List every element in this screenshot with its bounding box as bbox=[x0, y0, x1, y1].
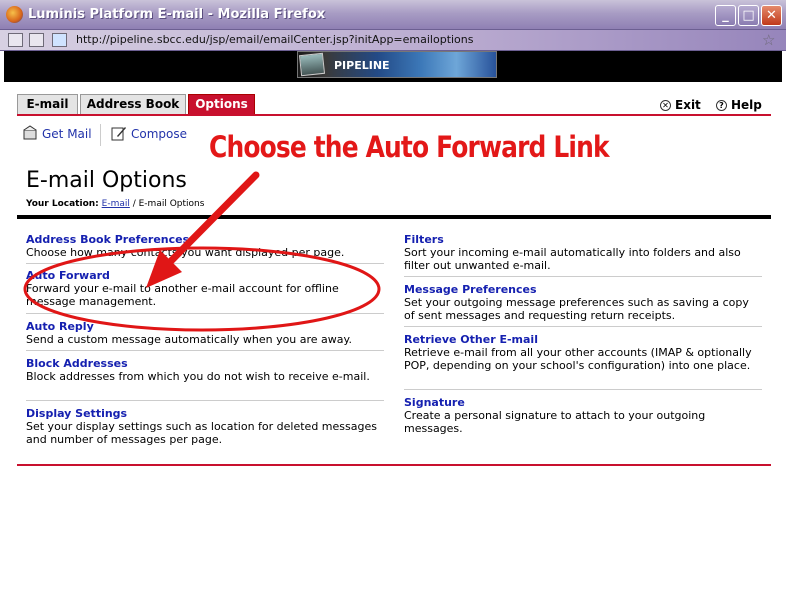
pipeline-logo: PIPELINE bbox=[297, 51, 497, 78]
option-description: Set your display settings such as locati… bbox=[26, 420, 377, 446]
divider bbox=[404, 389, 762, 390]
get-mail-icon[interactable] bbox=[22, 125, 38, 141]
divider bbox=[26, 313, 384, 314]
exit-link[interactable]: ✕ Exit bbox=[660, 98, 701, 112]
option-title-link[interactable]: Auto Reply bbox=[26, 320, 384, 333]
tab-options[interactable]: Options bbox=[188, 94, 255, 114]
logo-text: PIPELINE bbox=[334, 59, 390, 72]
option-title-link[interactable]: Retrieve Other E-mail bbox=[404, 333, 762, 346]
option-description: Send a custom message automatically when… bbox=[26, 333, 352, 346]
option-display-settings: Display Settings Set your display settin… bbox=[26, 407, 384, 446]
window-title: Luminis Platform E-mail - Mozilla Firefo… bbox=[28, 7, 326, 22]
option-filters: Filters Sort your incoming e-mail automa… bbox=[404, 233, 762, 272]
option-auto-forward: Auto Forward Forward your e-mail to anot… bbox=[26, 269, 384, 308]
option-title-link[interactable]: Message Preferences bbox=[404, 283, 762, 296]
option-retrieve-other-email: Retrieve Other E-mail Retrieve e-mail fr… bbox=[404, 333, 762, 372]
divider bbox=[404, 326, 762, 327]
option-description: Create a personal signature to attach to… bbox=[404, 409, 706, 435]
breadcrumb-current: E-mail Options bbox=[138, 199, 205, 209]
home-icon[interactable] bbox=[8, 33, 23, 47]
firefox-icon bbox=[6, 6, 23, 23]
option-description: Retrieve e-mail from all your other acco… bbox=[404, 346, 752, 372]
option-title-link[interactable]: Filters bbox=[404, 233, 762, 246]
option-auto-reply: Auto Reply Send a custom message automat… bbox=[26, 320, 384, 346]
toolbar-separator bbox=[100, 124, 101, 146]
exit-icon: ✕ bbox=[660, 100, 671, 111]
close-button[interactable]: ✕ bbox=[761, 5, 782, 26]
tab-email[interactable]: E-mail bbox=[17, 94, 78, 114]
option-title-link[interactable]: Signature bbox=[404, 396, 762, 409]
option-address-book-preferences: Address Book Preferences Choose how many… bbox=[26, 233, 384, 259]
annotation-text: Choose the Auto Forward Link bbox=[209, 130, 610, 164]
option-title-link[interactable]: Block Addresses bbox=[26, 357, 384, 370]
window-title-bar: Luminis Platform E-mail - Mozilla Firefo… bbox=[0, 0, 786, 30]
divider bbox=[26, 263, 384, 264]
address-bar: http://pipeline.sbcc.edu/jsp/email/email… bbox=[0, 30, 786, 51]
tab-underline bbox=[17, 114, 771, 116]
get-mail-button[interactable]: Get Mail bbox=[42, 127, 92, 141]
divider bbox=[404, 276, 762, 277]
option-message-preferences: Message Preferences Set your outgoing me… bbox=[404, 283, 762, 322]
option-description: Choose how many contacts you want displa… bbox=[26, 246, 345, 259]
breadcrumb-separator: / bbox=[129, 199, 139, 209]
pipeline-banner: PIPELINE bbox=[4, 51, 782, 82]
header-rule bbox=[17, 215, 771, 219]
minimize-button[interactable]: _ bbox=[715, 5, 736, 26]
option-description: Block addresses from which you do not wi… bbox=[26, 370, 370, 383]
divider bbox=[26, 400, 384, 401]
logo-photo-icon bbox=[298, 52, 326, 77]
option-description: Sort your incoming e-mail automatically … bbox=[404, 246, 741, 272]
option-description: Set your outgoing message preferences su… bbox=[404, 296, 749, 322]
page-title: E-mail Options bbox=[26, 168, 187, 193]
footer-rule bbox=[17, 464, 771, 466]
option-block-addresses: Block Addresses Block addresses from whi… bbox=[26, 357, 384, 383]
tab-address-book[interactable]: Address Book bbox=[80, 94, 186, 114]
exit-label: Exit bbox=[675, 98, 701, 112]
breadcrumb: Your Location: E-mail / E-mail Options bbox=[26, 199, 204, 209]
option-title-link[interactable]: Display Settings bbox=[26, 407, 384, 420]
star-icon[interactable]: ☆ bbox=[762, 31, 775, 49]
breadcrumb-email-link[interactable]: E-mail bbox=[102, 199, 130, 209]
bookmark-icon[interactable] bbox=[29, 33, 44, 47]
divider bbox=[26, 350, 384, 351]
compose-icon[interactable] bbox=[111, 125, 127, 141]
site-icon bbox=[52, 33, 67, 47]
help-icon: ? bbox=[716, 100, 727, 111]
option-title-link[interactable]: Address Book Preferences bbox=[26, 233, 384, 246]
option-title-link[interactable]: Auto Forward bbox=[26, 269, 384, 282]
option-signature: Signature Create a personal signature to… bbox=[404, 396, 762, 435]
help-label: Help bbox=[731, 98, 762, 112]
help-link[interactable]: ? Help bbox=[716, 98, 762, 112]
compose-button[interactable]: Compose bbox=[131, 127, 187, 141]
option-description: Forward your e-mail to another e-mail ac… bbox=[26, 282, 339, 308]
maximize-button[interactable]: □ bbox=[738, 5, 759, 26]
url-field[interactable]: http://pipeline.sbcc.edu/jsp/email/email… bbox=[76, 33, 474, 46]
location-label: Your Location: bbox=[26, 199, 99, 209]
